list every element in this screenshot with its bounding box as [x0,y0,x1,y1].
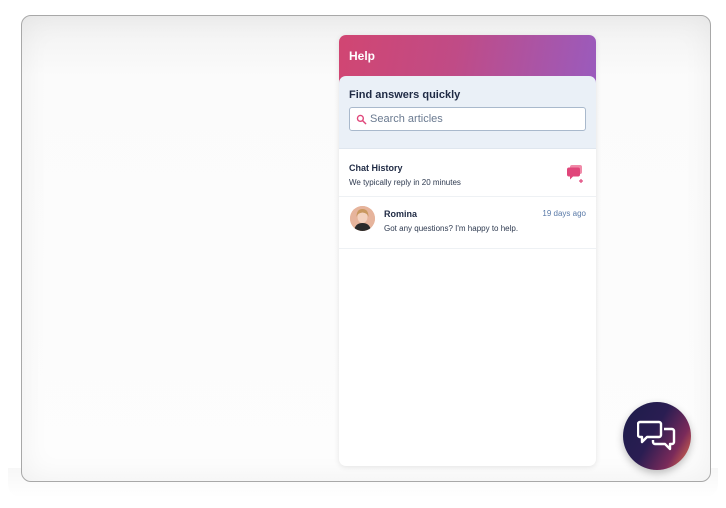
reply-time-text: We typically reply in 20 minutes [349,178,461,187]
chat-history-section: Chat History We typically reply in 20 mi… [339,149,596,197]
agent-avatar [350,206,375,231]
search-icon [356,114,367,125]
conversation-message: Got any questions? I'm happy to help. [384,224,519,233]
chat-launcher-button[interactable] [623,402,691,470]
search-input[interactable] [370,108,582,130]
search-box[interactable] [349,107,586,131]
conversation-item[interactable]: Romina 19 days ago Got any questions? I'… [339,197,596,249]
conversation-time: 19 days ago [542,209,586,218]
conversation-name: Romina [384,209,418,219]
search-heading: Find answers quickly [349,89,461,101]
search-panel: Find answers quickly [339,76,596,149]
help-widget: Help Find answers quickly Chat History W… [339,35,596,466]
new-chat-icon[interactable] [566,164,584,184]
widget-title: Help [349,49,376,63]
chat-history-title: Chat History [349,163,403,173]
chat-bubbles-icon [637,420,676,451]
